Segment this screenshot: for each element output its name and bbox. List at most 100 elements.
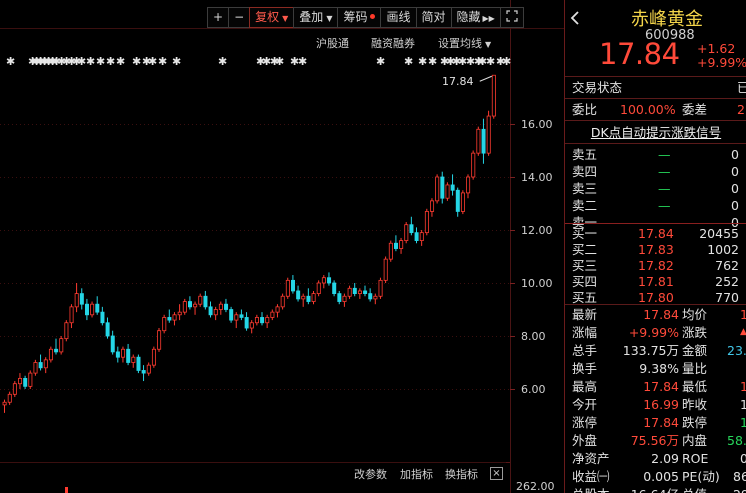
- candle-body: [424, 211, 429, 234]
- candle-body: [347, 287, 352, 297]
- event-marker-icon[interactable]: ✱: [158, 55, 167, 68]
- candle-body: [74, 293, 79, 308]
- event-marker-icon[interactable]: ✱: [218, 55, 227, 68]
- event-marker-icon[interactable]: ✱: [404, 55, 413, 68]
- event-marker-icon[interactable]: ✱: [275, 55, 284, 68]
- candle-body: [260, 317, 265, 324]
- event-marker-icon[interactable]: ✱: [86, 55, 95, 68]
- candle-body: [368, 293, 373, 300]
- event-marker-icon[interactable]: ✱: [77, 55, 86, 68]
- candle-body: [187, 301, 192, 308]
- candle-body: [342, 295, 347, 302]
- stat-value: 75.56万: [630, 433, 679, 448]
- stat-label: 最低: [682, 379, 708, 394]
- add-indicator-button[interactable]: 加指标: [400, 466, 433, 482]
- kline-chart[interactable]: ✱ ✱✱✱✱✱✱✱✱✱✱✱✱ ✱ ✱ ✱ ✱ ✱ ✱✱ ✱ ✱ ✱ ✱✱✱✱ ✱✱ ✱ ✱ ✱ ✱ ✱✱✱✱✱✱✱…: [0, 0, 564, 493]
- event-marker-icon[interactable]: ✱: [418, 55, 427, 68]
- chouma-button[interactable]: 筹码: [337, 7, 382, 28]
- divider: [565, 98, 746, 99]
- candle-body: [69, 306, 74, 324]
- event-marker-icon[interactable]: ✱: [116, 55, 125, 68]
- diejia-label: 叠加: [299, 10, 324, 24]
- change-params-button[interactable]: 改参数: [354, 466, 387, 482]
- stat-value: 58.: [727, 433, 746, 448]
- volume-axis-label: 262.00: [516, 480, 555, 493]
- rongzi-link[interactable]: 融资融券: [371, 35, 415, 51]
- caret-down-icon: ▼: [282, 14, 289, 23]
- candle-body: [306, 295, 311, 302]
- candle-body: [48, 348, 53, 361]
- candle-body: [224, 303, 229, 310]
- close-indicator-button[interactable]: ×: [490, 467, 503, 480]
- candle-body: [18, 377, 23, 385]
- event-marker-icon[interactable]: ✱: [428, 55, 437, 68]
- high-price-label: 17.84: [442, 75, 474, 88]
- candle-body: [409, 224, 414, 234]
- candle-body: [466, 176, 471, 194]
- diejia-dropdown[interactable]: 叠加 ▼: [293, 7, 339, 28]
- junxian-setting-link[interactable]: 设置均线 ▼: [438, 35, 491, 51]
- hugutong-link[interactable]: 沪股通: [316, 35, 349, 51]
- zoom-in-button[interactable]: +: [207, 7, 230, 28]
- event-marker-icon[interactable]: ✱: [106, 55, 115, 68]
- fuquan-dropdown[interactable]: 复权 ▼: [249, 7, 295, 28]
- candle-body: [105, 322, 110, 337]
- volume-bar: [65, 487, 68, 493]
- signal-link[interactable]: DK点自动提示涨跌信号: [565, 123, 746, 142]
- candle-body: [177, 311, 182, 316]
- kline-chart-area[interactable]: ✱ ✱ ✱ ✱ ✱ ✱ ✱ ✱ ✱ ✱ ✱ ✱ ✱ ✱ ✱ ✱ ✱ ✱ ✱ ✱ ✱ ✱ ✱ ✱ ✱ ✱ ✱ ✱ ✱ ✱ ✱ ✱ ✱ ✱ ✱ ✱ ✱ ✱ ✱ ✱…: [0, 0, 564, 493]
- candle-body: [64, 322, 69, 340]
- candle-body: [352, 287, 357, 294]
- candle-body: [43, 359, 48, 369]
- candle-body: [296, 290, 301, 300]
- stat-label: 涨跌: [682, 325, 708, 340]
- switch-indicator-button[interactable]: 换指标: [445, 466, 478, 482]
- event-marker-icon[interactable]: ✱: [486, 55, 495, 68]
- event-marker-icon[interactable]: ✱: [172, 55, 181, 68]
- price-tick: 6.00: [521, 383, 546, 396]
- candle-body: [131, 356, 136, 363]
- event-marker-icon[interactable]: ✱: [132, 55, 141, 68]
- event-marker-icon[interactable]: ✱: [298, 55, 307, 68]
- fullscreen-button[interactable]: [499, 7, 524, 28]
- event-marker-icon[interactable]: ✱: [502, 55, 511, 68]
- price-tick: 14.00: [521, 171, 553, 184]
- stat-value: 133.75万: [622, 343, 679, 358]
- candle-body: [445, 184, 450, 199]
- event-marker-icon[interactable]: ✱: [96, 55, 105, 68]
- stat-label: 涨停: [572, 415, 598, 430]
- candle-body: [110, 335, 115, 353]
- stat-label: 最新: [572, 307, 598, 322]
- fuquan-label: 复权: [255, 10, 280, 24]
- candle-body: [157, 330, 162, 350]
- stat-row: 涨停 17.84跌停 1: [565, 413, 746, 432]
- jiandu-button[interactable]: 简对: [415, 7, 452, 28]
- weibi-row: 委比 100.00% 委差 2: [565, 100, 746, 119]
- notify-dot-icon: [370, 14, 376, 19]
- candle-body: [239, 314, 244, 318]
- quote-panel: 赤峰黄金 600988 17.84 +1.62 +9.99% 交易状态 已 委比…: [564, 0, 746, 493]
- stat-label: 收益㈠: [572, 469, 610, 484]
- yincang-button[interactable]: 隐藏 ▶▶: [450, 7, 501, 28]
- candle-body: [440, 176, 445, 199]
- candle-body: [23, 377, 28, 387]
- candle-body: [167, 317, 172, 321]
- event-marker-icon[interactable]: ✱: [6, 55, 15, 68]
- candle-body: [2, 401, 7, 406]
- chart-subbar: 沪股通 融资融券 设置均线 ▼: [0, 33, 496, 51]
- candle-body: [311, 293, 316, 302]
- stat-label: 总值: [682, 485, 707, 493]
- candle-body: [476, 128, 481, 154]
- stat-label: 最高: [572, 379, 598, 394]
- stat-row: 净资产 2.09ROE 0: [565, 449, 746, 468]
- stat-value: 16.64亿: [631, 485, 679, 493]
- zoom-out-button[interactable]: −: [228, 7, 251, 28]
- stat-value: 86: [733, 469, 746, 484]
- candle-body: [321, 277, 326, 284]
- stat-row: 总股本 16.64亿总值 29: [565, 485, 746, 493]
- event-marker-icon[interactable]: ✱: [148, 55, 157, 68]
- event-marker-icon[interactable]: ✱: [376, 55, 385, 68]
- huaxian-button[interactable]: 画线: [380, 7, 417, 28]
- candle-body: [121, 348, 126, 358]
- back-button[interactable]: [570, 11, 580, 28]
